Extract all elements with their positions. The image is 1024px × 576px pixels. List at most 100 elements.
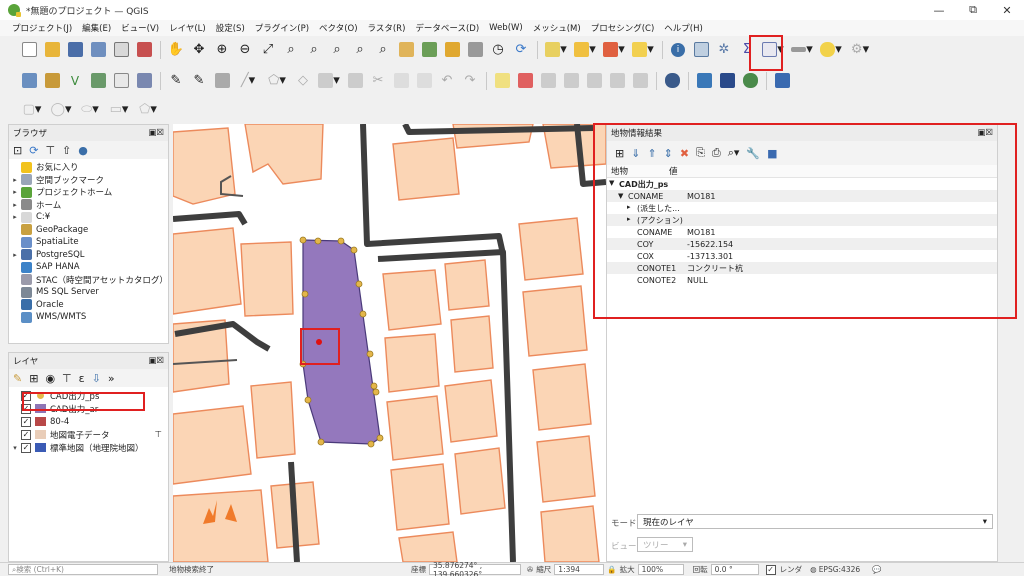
- layer-item[interactable]: ✓ 80-4: [9, 415, 168, 428]
- style-panel-icon[interactable]: ✎: [13, 372, 22, 385]
- browser-item[interactable]: ▸ 空間ブックマーク: [9, 174, 168, 187]
- label-move-icon[interactable]: [583, 70, 605, 92]
- current-edits-icon[interactable]: ✎: [188, 70, 210, 92]
- save-as-icon[interactable]: [87, 39, 109, 61]
- layer-visibility-checkbox[interactable]: ✓: [21, 403, 31, 414]
- undo-icon[interactable]: ↶: [436, 70, 458, 92]
- expand-arrow-icon[interactable]: ▸: [9, 213, 21, 221]
- browser-item[interactable]: SpatiaLite: [9, 236, 168, 249]
- copy-features-icon[interactable]: [390, 70, 412, 92]
- manage-visibility-icon[interactable]: ◉: [45, 372, 55, 385]
- expand-tree-icon[interactable]: ⊞: [615, 147, 624, 160]
- result-row[interactable]: ▸ (派生した...: [607, 202, 997, 214]
- layer-item[interactable]: ✓ 地図電子データ ⊤: [9, 428, 168, 441]
- panel-close-icon[interactable]: ▣☒: [148, 356, 164, 366]
- layer-item[interactable]: ✓ CAD出力_ps: [9, 389, 168, 402]
- shape-regular-icon[interactable]: ▭ ▾: [105, 98, 133, 120]
- browser-item[interactable]: ▸ C:¥: [9, 211, 168, 224]
- zoom-next-icon[interactable]: ⌕: [372, 39, 394, 61]
- menu-project[interactable]: プロジェクト(J): [12, 22, 72, 34]
- python-console-icon[interactable]: [693, 70, 715, 92]
- print-icon[interactable]: ⎙: [712, 146, 721, 160]
- measure-icon[interactable]: ▾: [788, 39, 816, 61]
- modify-attributes-icon[interactable]: ▾: [315, 70, 343, 92]
- temporal-icon[interactable]: ◷: [487, 39, 509, 61]
- expand-arrow-icon[interactable]: [627, 240, 637, 249]
- identify-features-icon[interactable]: i: [667, 39, 689, 61]
- result-row[interactable]: ▸ (アクション): [607, 214, 997, 226]
- expand-all-icon[interactable]: ⇩: [92, 372, 101, 385]
- zoom-in-icon[interactable]: ⊕: [211, 39, 233, 61]
- browser-item[interactable]: MS SQL Server: [9, 286, 168, 299]
- browser-item[interactable]: Oracle: [9, 299, 168, 312]
- expand-arrow-icon[interactable]: [627, 252, 637, 261]
- browser-item[interactable]: ▸ プロジェクトホーム: [9, 186, 168, 199]
- menu-database[interactable]: データベース(D): [415, 22, 479, 34]
- label-change-icon[interactable]: [629, 70, 651, 92]
- collapse-icon[interactable]: ⇑: [647, 147, 656, 160]
- field-calculator-icon[interactable]: ▾: [759, 39, 787, 61]
- copy-feature-icon[interactable]: ⎘: [696, 146, 705, 160]
- redo-icon[interactable]: ↷: [459, 70, 481, 92]
- browser-item[interactable]: WMS/WMTS: [9, 311, 168, 324]
- menu-settings[interactable]: 設定(S): [216, 22, 245, 34]
- expand-arrow-icon[interactable]: [627, 228, 637, 237]
- settings-icon[interactable]: 🔧: [746, 147, 760, 160]
- zoom-layer-icon[interactable]: ⌕: [303, 39, 325, 61]
- save-project-icon[interactable]: [64, 39, 86, 61]
- layer-visibility-checkbox[interactable]: ✓: [21, 442, 31, 453]
- filter-icon[interactable]: ⊤: [45, 144, 55, 157]
- result-row[interactable]: ▼ CONAME MO181: [607, 190, 997, 202]
- selected-parcel-polygon[interactable]: [302, 239, 381, 445]
- panel-close-icon[interactable]: ▣☒: [148, 128, 164, 138]
- collapse-all-icon[interactable]: ⇧: [62, 144, 71, 157]
- filter-icon[interactable]: ⊤: [155, 430, 162, 440]
- view-select[interactable]: ツリー ▾: [637, 537, 693, 552]
- delete-selected-icon[interactable]: [344, 70, 366, 92]
- identify-mode-icon[interactable]: ⌕▾: [728, 146, 740, 160]
- select-features-icon[interactable]: ▾: [542, 39, 570, 61]
- lock-scale-icon[interactable]: 🔒: [607, 565, 616, 574]
- close-button[interactable]: ✕: [990, 0, 1024, 20]
- deselect-icon[interactable]: ▾: [600, 39, 628, 61]
- identified-point[interactable]: [316, 339, 322, 345]
- map-tips-icon[interactable]: ▾: [817, 39, 845, 61]
- shape-ellipse-icon[interactable]: ⬭ ▾: [76, 98, 104, 120]
- expand-all-icon[interactable]: ⇕: [664, 147, 673, 160]
- expand-arrow-icon[interactable]: ▸: [9, 251, 21, 259]
- filter-legend-icon[interactable]: ⊤: [62, 372, 72, 385]
- digitize-polygon-icon[interactable]: ⬠ ▾: [263, 70, 291, 92]
- new-project-icon[interactable]: [18, 39, 40, 61]
- zoom-out-icon[interactable]: ⊖: [234, 39, 256, 61]
- vertex-tool-icon[interactable]: ◇: [292, 70, 314, 92]
- menu-vector[interactable]: ベクタ(O): [319, 22, 357, 34]
- result-row[interactable]: COX -13713.301: [607, 250, 997, 262]
- actions-icon[interactable]: ⚙ ▾: [846, 39, 874, 61]
- add-layer-icon[interactable]: ⊡: [13, 144, 22, 157]
- expand-arrow-icon[interactable]: ▸: [9, 176, 21, 184]
- shape-circle-icon[interactable]: ◯ ▾: [47, 98, 75, 120]
- help-icon[interactable]: [771, 70, 793, 92]
- cut-features-icon[interactable]: ✂: [367, 70, 389, 92]
- label-highlight-icon[interactable]: [514, 70, 536, 92]
- new-temp-layer-icon[interactable]: [87, 70, 109, 92]
- menu-view[interactable]: ビュー(V): [121, 22, 159, 34]
- save-edits-icon[interactable]: [211, 70, 233, 92]
- coordinate-field[interactable]: 35.876274° , 139.660326°: [429, 561, 521, 576]
- qgis2web-icon[interactable]: [716, 70, 738, 92]
- clear-results-icon[interactable]: ✖: [680, 147, 689, 160]
- expand-new-icon[interactable]: ⇓: [631, 147, 640, 160]
- new-geopackage-icon[interactable]: [41, 70, 63, 92]
- add-group-icon[interactable]: ⊞: [29, 372, 38, 385]
- plugin-manager-icon[interactable]: [661, 70, 683, 92]
- open-project-icon[interactable]: [41, 39, 63, 61]
- toggle-editing-icon[interactable]: ✎: [165, 70, 187, 92]
- expand-arrow-icon[interactable]: ▸: [627, 203, 637, 214]
- menu-layer[interactable]: レイヤ(L): [169, 22, 206, 34]
- layer-visibility-checkbox[interactable]: ✓: [21, 416, 31, 427]
- label-tool-icon[interactable]: [491, 70, 513, 92]
- menu-raster[interactable]: ラスタ(R): [368, 22, 406, 34]
- mode-select[interactable]: 現在のレイヤ ▾: [637, 514, 993, 529]
- map-canvas[interactable]: [173, 124, 606, 562]
- help-icon[interactable]: ■: [767, 147, 777, 160]
